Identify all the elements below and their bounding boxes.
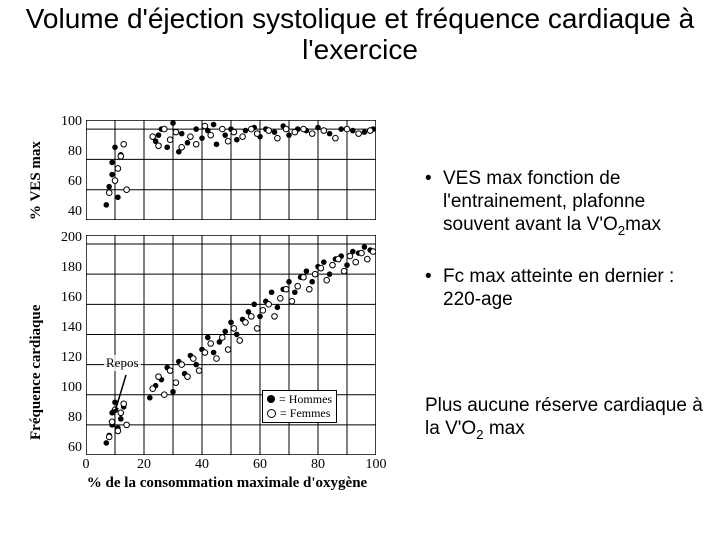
legend-femmes: = Femmes <box>267 406 332 420</box>
repos-annotation: Repos <box>104 355 141 371</box>
yticks-ves: 100 80 60 40 <box>42 120 82 220</box>
open-dot-icon <box>267 409 276 418</box>
legend-label: = Femmes <box>280 406 330 420</box>
bullet-1-text-pre: VES max fonction de l'entrainement, plaf… <box>443 168 645 235</box>
ytick: 120 <box>61 350 82 366</box>
ytick: 80 <box>68 144 82 160</box>
content-area: % VES max 100 80 60 40 Fréquence cardiaq… <box>0 100 720 540</box>
xtick: 100 <box>366 457 387 473</box>
ytick: 60 <box>68 440 82 456</box>
ytick: 100 <box>61 380 82 396</box>
bullet-1: VES max fonction de l'entrainement, plaf… <box>425 168 705 238</box>
legend-hommes: = Hommes <box>267 392 332 406</box>
bullet-list: VES max fonction de l'entrainement, plaf… <box>425 168 705 340</box>
conclusion-sub: 2 <box>476 427 483 442</box>
ytick: 140 <box>61 320 82 336</box>
xtick: 40 <box>195 457 209 473</box>
charts-column: % VES max 100 80 60 40 Fréquence cardiaq… <box>12 120 412 495</box>
legend-label: = Hommes <box>279 392 332 406</box>
ytick: 100 <box>61 114 82 130</box>
ytick: 60 <box>68 174 82 190</box>
slide: Volume d'éjection systolique et fréquenc… <box>0 0 720 540</box>
xtick: 60 <box>253 457 267 473</box>
xlabel: % de la consommation maximale d'oxygène <box>62 475 392 492</box>
ytick: 40 <box>68 204 82 220</box>
ytick: 160 <box>61 290 82 306</box>
xtick: 20 <box>137 457 151 473</box>
legend: = Hommes = Femmes <box>262 390 337 423</box>
conclusion-text: Plus aucune réserve cardiaque à la V'O2 … <box>425 395 710 443</box>
chart-fc: Fréquence cardiaque 200 180 160 140 120 … <box>12 235 412 495</box>
ytick: 80 <box>68 410 82 426</box>
conclusion-post: max <box>484 418 525 439</box>
chart-ves: % VES max 100 80 60 40 <box>12 120 412 235</box>
bullet-1-text-post: max <box>625 214 661 235</box>
filled-dot-icon <box>267 395 275 403</box>
bullet-2: Fc max atteinte en dernier : 220-age <box>425 266 705 312</box>
slide-title: Volume d'éjection systolique et fréquenc… <box>0 0 720 68</box>
ytick: 200 <box>61 230 82 246</box>
xtick: 80 <box>311 457 325 473</box>
yticks-fc: 200 180 160 140 120 100 80 60 <box>42 235 82 455</box>
ytick: 180 <box>61 260 82 276</box>
xtick: 0 <box>83 457 90 473</box>
conclusion-pre: Plus aucune réserve cardiaque à la V'O <box>425 395 703 439</box>
plot-ves <box>86 120 376 220</box>
